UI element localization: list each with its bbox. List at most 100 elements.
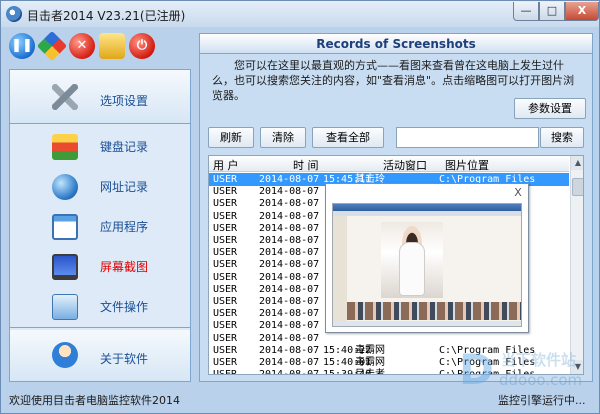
panel-title: Records of Screenshots [316, 37, 476, 51]
close-button[interactable]: X [565, 2, 599, 21]
sidebar-item-options[interactable]: 选项设置 [10, 70, 190, 124]
clear-button[interactable]: 清除 [260, 127, 306, 148]
sidebar-item-files[interactable]: 文件操作 [10, 290, 190, 328]
thumbnail-strip [347, 302, 521, 320]
pause-icon[interactable]: ❚❚ [9, 33, 35, 59]
cell-date: 2014-08-07 [259, 320, 320, 332]
globe-icon [52, 174, 78, 200]
cell-user: USER [213, 308, 238, 320]
column-header-window[interactable]: 活动窗口 [383, 157, 427, 173]
search-button[interactable]: 搜索 [540, 127, 584, 148]
status-bar: 欢迎使用目击者电脑监控软件2014 监控引擎运行中... [1, 387, 599, 413]
cell-user: USER [213, 174, 238, 185]
cell-user: USER [213, 320, 238, 332]
cell-date: 2014-08-07 [259, 296, 320, 307]
sidebar-item-urls[interactable]: 网址记录 [10, 170, 190, 208]
table-row[interactable]: USER 2014-08-07 [209, 332, 569, 345]
users-icon[interactable] [99, 33, 125, 59]
sidebar: 选项设置 键盘记录 网址记录 应用程序 屏幕截图 文件操作 关于软件 [9, 69, 191, 382]
app-window: 目击者2014 V23.21(已注册) — □ X ❚❚ ✕ ⏻ 选项设置 键盘… [0, 0, 600, 414]
column-header-user[interactable]: 用 户 [213, 157, 239, 173]
scroll-up-icon[interactable]: ▲ [571, 156, 583, 170]
cell-date: 2014-08-07 [259, 271, 320, 283]
search-input[interactable] [396, 127, 539, 148]
minimize-button[interactable]: — [513, 2, 539, 21]
cell-user: USER [213, 369, 238, 375]
panel-description: 您可以在这里以最直观的方式——看图来查看曾在这电脑上发生过什么，也可以搜索您关注… [212, 59, 575, 102]
folder-icon [52, 294, 78, 320]
sidebar-item-label: 关于软件 [100, 352, 149, 366]
sidebar-item-keyboard[interactable]: 键盘记录 [10, 130, 190, 168]
cell-date: 2014-08-07 [259, 259, 320, 271]
cell-user: USER [213, 186, 238, 198]
panel-header: Records of Screenshots [200, 34, 592, 54]
cell-window: 目击者 [355, 369, 385, 375]
view-all-button[interactable]: 查看全部 [312, 127, 384, 148]
watermark-text: 当下软件站 [501, 351, 577, 369]
thumbnail-sidebar [333, 216, 347, 326]
cell-date: 2014-08-07 [259, 332, 320, 344]
cell-date: 2014-08-07 [259, 369, 320, 375]
screenshot-preview-popup[interactable]: X [325, 183, 529, 333]
thumbnail-person [399, 242, 425, 296]
cell-date: 2014-08-07 [259, 186, 320, 198]
sidebar-item-label: 屏幕截图 [100, 260, 149, 274]
sidebar-item-about[interactable]: 关于软件 [10, 330, 190, 381]
thumbnail-tabs [333, 211, 521, 216]
stop-icon[interactable]: ✕ [69, 33, 95, 59]
cell-user: USER [213, 259, 238, 271]
cell-user: USER [213, 247, 238, 259]
sidebar-item-applications[interactable]: 应用程序 [10, 210, 190, 248]
application-icon [52, 214, 78, 240]
cell-date: 2014-08-07 [259, 247, 320, 259]
table-header: 用 户 时 间 活动窗口 图片位置 [209, 156, 569, 172]
cell-date: 2014-08-07 [259, 344, 320, 356]
sidebar-item-label: 键盘记录 [100, 140, 149, 154]
sidebar-item-label: 选项设置 [100, 94, 149, 108]
cell-date: 2014-08-07 [259, 283, 320, 295]
title-bar[interactable]: 目击者2014 V23.21(已注册) — □ X [1, 1, 599, 27]
cell-date: 2014-08-07 [259, 308, 320, 320]
column-header-path[interactable]: 图片位置 [445, 157, 489, 173]
thumbnail-statusbar [333, 321, 521, 326]
cell-date: 2014-08-07 [259, 235, 320, 246]
wrench-icon [52, 84, 78, 110]
thumbnail-titlebar [333, 204, 521, 211]
keyboard-icon [52, 134, 78, 160]
cell-date: 2014-08-07 [259, 222, 320, 234]
app-logo-icon [6, 6, 22, 22]
cell-user: USER [213, 235, 238, 246]
status-engine: 监控引擎运行中... [498, 394, 586, 407]
sidebar-item-label: 应用程序 [100, 220, 149, 234]
power-icon[interactable]: ⏻ [129, 33, 155, 59]
popup-close-button[interactable]: X [510, 186, 526, 200]
window-title: 目击者2014 V23.21(已注册) [27, 9, 186, 23]
status-welcome: 欢迎使用目击者电脑监控软件2014 [9, 394, 180, 407]
maximize-button[interactable]: □ [539, 2, 565, 21]
cell-window: 毒霸网 [355, 357, 385, 368]
sidebar-item-label: 文件操作 [100, 300, 149, 314]
cell-window: 毒霸网 [355, 344, 385, 356]
cell-date: 2014-08-07 [259, 357, 320, 368]
color-picker-icon[interactable] [36, 30, 68, 62]
people-icon [52, 342, 78, 368]
refresh-button[interactable]: 刷新 [208, 127, 254, 148]
cell-date: 2014-08-07 [259, 198, 320, 210]
scroll-thumb[interactable] [572, 178, 583, 196]
cell-user: USER [213, 344, 238, 356]
cell-user: USER [213, 271, 238, 283]
cell-date: 2014-08-07 [259, 210, 320, 222]
vertical-scrollbar[interactable]: ▲ ▼ [570, 156, 583, 374]
cell-user: USER [213, 357, 238, 368]
monitor-icon [52, 254, 78, 280]
cell-user: USER [213, 198, 238, 210]
cell-user: USER [213, 332, 238, 344]
screenshot-thumbnail[interactable] [332, 203, 522, 327]
cell-user: USER [213, 210, 238, 222]
cell-user: USER [213, 296, 238, 307]
sidebar-item-screenshots[interactable]: 屏幕截图 [10, 250, 190, 288]
column-header-time[interactable]: 时 间 [293, 157, 319, 173]
cell-user: USER [213, 222, 238, 234]
cell-user: USER [213, 283, 238, 295]
settings-button[interactable]: 参数设置 [514, 98, 586, 119]
